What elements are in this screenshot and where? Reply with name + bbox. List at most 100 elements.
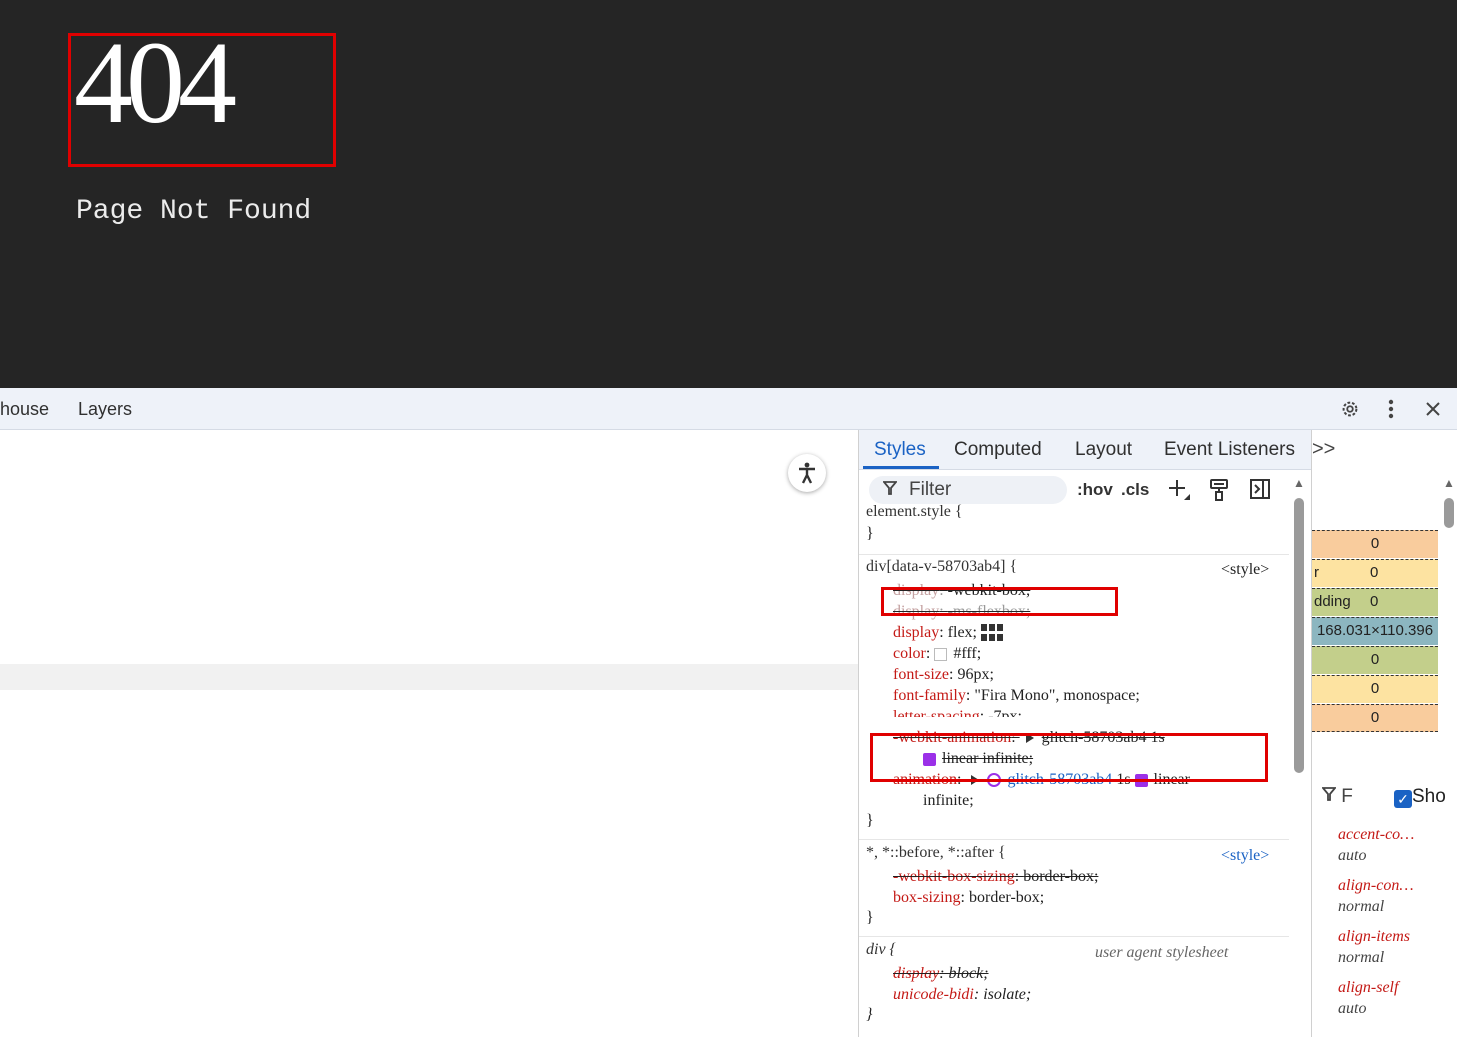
rule-separator <box>859 839 1289 840</box>
tab-styles[interactable]: Styles <box>874 439 926 461</box>
computed-filter-input[interactable]: F <box>1321 786 1353 808</box>
more-vert-icon[interactable] <box>1378 396 1404 422</box>
animation-icon <box>987 773 1002 788</box>
prop-value: -7px; <box>988 708 1022 717</box>
decl-display-ms-flexbox[interactable]: display: -ms-flexbox; <box>893 602 1030 622</box>
decl-display-webkit-box[interactable]: display: -webkit-box; <box>893 581 1030 601</box>
easing-editor-icon <box>1134 773 1148 787</box>
page-viewport: 404 Page Not Found <box>0 0 1457 388</box>
prop-name: font-size <box>893 666 949 683</box>
decl-animation-cont: infinite; <box>923 792 974 809</box>
decl-display-flex[interactable]: display: flex; <box>893 623 1003 643</box>
box-model-border-bottom: 0 <box>1312 675 1438 703</box>
box-model-border: r0 <box>1312 559 1438 587</box>
paint-brush-icon[interactable] <box>1209 478 1229 508</box>
prop-name: animation <box>893 771 957 788</box>
tab-layout[interactable]: Layout <box>1075 439 1132 461</box>
decl-webkit-box-sizing[interactable]: -webkit-box-sizing: border-box; <box>893 867 1098 887</box>
color-swatch-icon <box>934 647 948 661</box>
hov-toggle[interactable]: :hov <box>1077 480 1113 500</box>
scroll-up-icon[interactable]: ▲ <box>1293 476 1305 490</box>
decl-font-size[interactable]: font-size: 96px; <box>893 665 994 685</box>
tab-layers[interactable]: Layers <box>78 399 132 420</box>
computed-prop-name[interactable]: accent-co… <box>1338 826 1414 844</box>
devtools-panel: house Layers Styles Computed Layout Even… <box>0 388 1457 1037</box>
decl-webkit-animation[interactable]: -webkit-animation: glitch-58703ab4 1s <box>893 728 1165 748</box>
prop-name: display <box>893 582 940 599</box>
prop-value: flex; <box>947 624 977 641</box>
rule-separator <box>859 936 1289 937</box>
computed-prop-name[interactable]: align-con… <box>1338 877 1414 895</box>
computed-prop-name[interactable]: align-items <box>1338 928 1410 946</box>
rule-source-label: user agent stylesheet <box>1095 944 1229 961</box>
rule-source-link[interactable]: <style> <box>1221 846 1269 866</box>
box-model-content: 168.031×110.396 <box>1312 617 1438 645</box>
tab-computed[interactable]: Computed <box>954 439 1042 461</box>
close-icon[interactable] <box>1420 396 1446 422</box>
decl-display-block: display: block; <box>893 965 989 982</box>
box-model-margin-bottom: 0 <box>1312 704 1438 732</box>
decl-animation[interactable]: animation: glitch-58703ab4 1s linear <box>893 770 1190 790</box>
rule-separator <box>859 554 1289 555</box>
accessibility-icon[interactable] <box>788 454 826 492</box>
toggle-sidebar-icon[interactable] <box>1249 478 1271 506</box>
prop-value: border-box; <box>969 889 1045 906</box>
prop-value: block; <box>948 965 989 982</box>
computed-prop-name[interactable]: align-self <box>1338 979 1398 997</box>
prop-value: "Fira Mono", monospace; <box>974 687 1140 704</box>
rule-selector[interactable]: *, *::before, *::after { <box>866 843 1006 863</box>
gear-icon[interactable] <box>1337 396 1363 422</box>
tab-lighthouse[interactable]: house <box>0 399 49 420</box>
styles-scrollbar[interactable] <box>1294 498 1304 773</box>
panel-divider-strip <box>0 664 858 690</box>
prop-value: -webkit-box; <box>947 582 1031 599</box>
prop-name: color <box>893 645 926 662</box>
easing-editor-icon <box>923 752 936 766</box>
rule-selector[interactable]: div[data-v-58703ab4] { <box>866 557 1017 577</box>
decl-letter-spacing[interactable]: letter-spacing: -7px; <box>893 707 1022 717</box>
filter-icon <box>1321 787 1337 801</box>
tab-event-listeners[interactable]: Event Listeners <box>1164 439 1295 461</box>
error-subheading: Page Not Found <box>76 196 312 227</box>
styles-pane: Styles Computed Layout Event Listeners F… <box>858 430 1312 1037</box>
rule-close: } <box>866 812 874 829</box>
computed-prop-value: auto <box>1338 1000 1367 1017</box>
active-tab-indicator <box>863 466 939 469</box>
computed-prop-value: normal <box>1338 949 1385 966</box>
prop-value: border-box; <box>1023 868 1099 885</box>
prop-name: display <box>893 624 940 641</box>
show-all-checkbox[interactable]: ✓ <box>1394 790 1412 808</box>
decl-unicode-bidi: unicode-bidi: isolate; <box>893 986 1032 1003</box>
element-style-selector[interactable]: element.style { <box>866 502 963 522</box>
prop-value: isolate; <box>983 986 1032 1003</box>
devtools-toolbar: house Layers <box>0 388 1457 430</box>
filter-icon <box>882 480 898 501</box>
prop-name: font-family <box>893 687 966 704</box>
prop-name: unicode-bidi <box>893 986 974 1003</box>
prop-name: letter-spacing <box>893 708 980 717</box>
show-all-label: Sho <box>1412 786 1446 807</box>
expand-triangle-icon <box>1025 733 1034 744</box>
box-model-padding-bottom: 0 <box>1312 646 1438 674</box>
prop-value: 96px; <box>957 666 994 683</box>
cls-toggle[interactable]: .cls <box>1121 480 1149 500</box>
box-model-margin: 0 <box>1312 530 1438 558</box>
prop-name: box-sizing <box>893 889 961 906</box>
expand-triangle-icon <box>971 775 980 786</box>
styles-filter-input[interactable]: Filter <box>869 476 1067 504</box>
element-style-close: } <box>866 525 874 542</box>
decl-font-family[interactable]: font-family: "Fira Mono", monospace; <box>893 686 1140 706</box>
rule-close: } <box>866 1006 873 1023</box>
decl-webkit-animation-cont: linear infinite; <box>923 749 1033 769</box>
sidebar-tabs: Styles Computed Layout Event Listeners <box>859 430 1312 470</box>
filter-placeholder: Filter <box>909 479 952 500</box>
rule-selector[interactable]: div { <box>866 940 896 960</box>
computed-pane: 0 r0 dding 0 168.031×110.396 0 0 0 F ✓ Sh… <box>1311 430 1457 1037</box>
rule-source-link[interactable]: <style> <box>1221 560 1269 580</box>
decl-color[interactable]: color: #fff; <box>893 644 981 664</box>
scroll-up-icon[interactable]: ▲ <box>1443 476 1455 490</box>
decl-box-sizing[interactable]: box-sizing: border-box; <box>893 888 1044 908</box>
computed-scrollbar[interactable] <box>1444 498 1454 528</box>
add-rule-icon[interactable] <box>1167 478 1191 508</box>
more-tabs-icon[interactable]: >> <box>1312 438 1335 461</box>
